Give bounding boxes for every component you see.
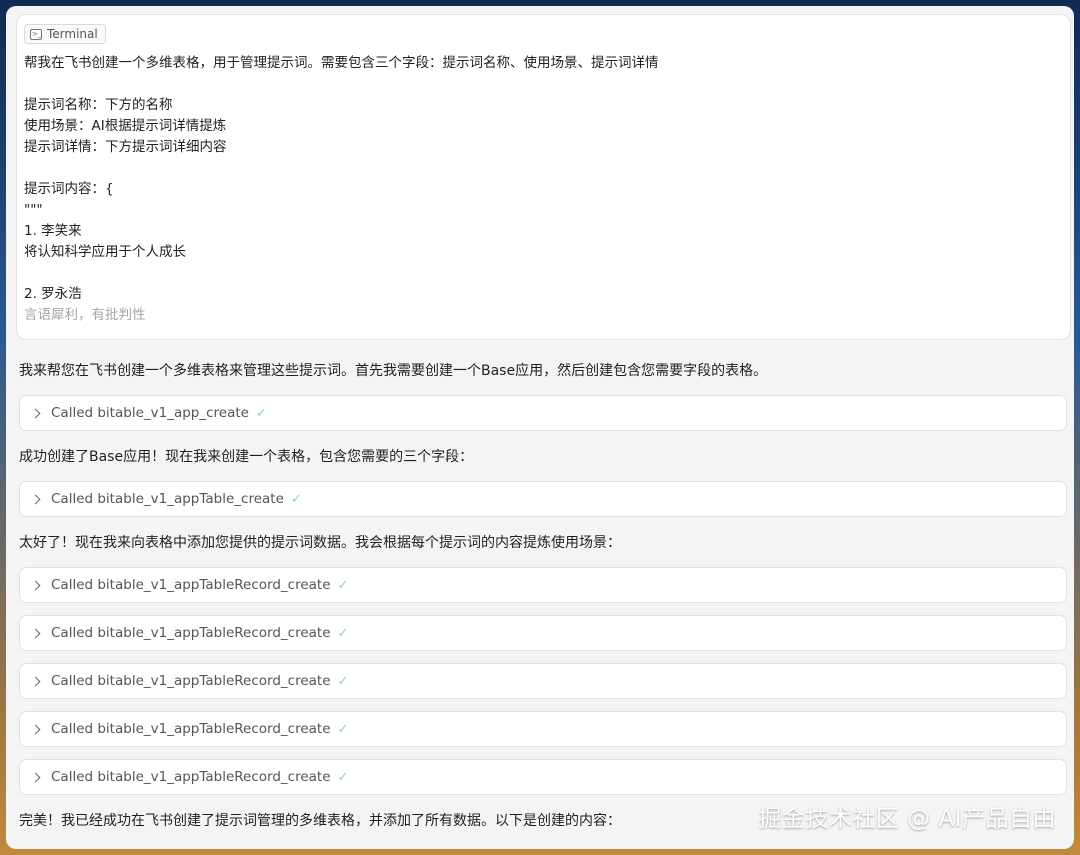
- tool-call-row[interactable]: Called bitable_v1_appTable_create ✓: [19, 481, 1067, 517]
- tool-call-label: Called bitable_v1_app_create: [51, 405, 249, 421]
- tool-call-row[interactable]: Called bitable_v1_appTableRecord_create …: [19, 615, 1067, 651]
- prompt-line: [24, 263, 1060, 284]
- prompt-line: [24, 158, 1060, 179]
- prompt-text: 帮我在飞书创建一个多维表格，用于管理提示词。需要包含三个字段：提示词名称、使用场…: [24, 53, 1060, 326]
- chevron-right-icon: [30, 628, 41, 638]
- prompt-line: 1. 李笑来: [24, 223, 82, 239]
- terminal-chip-label: Terminal: [47, 27, 98, 41]
- tool-call-row[interactable]: Called bitable_v1_appTableRecord_create …: [19, 759, 1067, 795]
- chevron-right-icon: [30, 494, 41, 504]
- terminal-icon: >_: [30, 28, 42, 40]
- prompt-line: 帮我在飞书创建一个多维表格，用于管理提示词。需要包含三个字段：提示词名称、使用场…: [24, 55, 659, 71]
- assistant-message: 成功创建了Base应用！现在我来创建一个表格，包含您需要的三个字段：: [19, 449, 474, 465]
- prompt-line: [24, 74, 1060, 95]
- check-icon: ✓: [337, 721, 349, 737]
- prompt-line: 提示词详情：下方提示词详细内容: [24, 139, 227, 155]
- chevron-right-icon: [30, 408, 41, 418]
- terminal-chip[interactable]: >_ Terminal: [24, 24, 106, 44]
- chevron-right-icon: [30, 724, 41, 734]
- check-icon: ✓: [337, 577, 349, 593]
- user-prompt-card: >_ Terminal 帮我在飞书创建一个多维表格，用于管理提示词。需要包含三个…: [16, 14, 1071, 340]
- chat-window: >_ Terminal 帮我在飞书创建一个多维表格，用于管理提示词。需要包含三个…: [6, 6, 1074, 849]
- chevron-right-icon: [30, 580, 41, 590]
- prompt-line: """: [24, 202, 43, 218]
- assistant-message: 太好了！现在我来向表格中添加您提供的提示词数据。我会根据每个提示词的内容提炼使用…: [19, 535, 621, 551]
- check-icon: ✓: [290, 491, 302, 507]
- tool-call-label: Called bitable_v1_appTableRecord_create: [51, 673, 331, 689]
- prompt-line: 2. 罗永浩: [24, 286, 82, 302]
- check-icon: ✓: [337, 625, 349, 641]
- tool-call-label: Called bitable_v1_appTableRecord_create: [51, 721, 331, 737]
- tool-call-label: Called bitable_v1_appTableRecord_create: [51, 625, 331, 641]
- prompt-line-faded: 言语犀利，有批判性: [24, 307, 146, 323]
- prompt-line: 提示词内容：{: [24, 181, 114, 197]
- check-icon: ✓: [337, 769, 349, 785]
- assistant-message: 我来帮您在飞书创建一个多维表格来管理这些提示词。首先我需要创建一个Base应用，…: [19, 363, 768, 379]
- tool-call-label: Called bitable_v1_appTableRecord_create: [51, 769, 331, 785]
- tool-call-row[interactable]: Called bitable_v1_appTableRecord_create …: [19, 567, 1067, 603]
- assistant-message: 完美！我已经成功在飞书创建了提示词管理的多维表格，并添加了所有数据。以下是创建的…: [19, 813, 621, 829]
- check-icon: ✓: [337, 673, 349, 689]
- tool-call-label: Called bitable_v1_appTable_create: [51, 491, 284, 507]
- tool-call-row[interactable]: Called bitable_v1_appTableRecord_create …: [19, 711, 1067, 747]
- tool-call-row[interactable]: Called bitable_v1_app_create ✓: [19, 395, 1067, 431]
- tool-call-row[interactable]: Called bitable_v1_appTableRecord_create …: [19, 663, 1067, 699]
- prompt-line: 使用场景：AI根据提示词详情提炼: [24, 118, 227, 134]
- watermark: 掘金技术社区 @ AI产品自由: [758, 806, 1056, 832]
- chevron-right-icon: [30, 772, 41, 782]
- prompt-line: 提示词名称：下方的名称: [24, 97, 173, 113]
- prompt-line: 将认知科学应用于个人成长: [24, 244, 186, 260]
- chevron-right-icon: [30, 676, 41, 686]
- check-icon: ✓: [255, 405, 267, 421]
- tool-call-label: Called bitable_v1_appTableRecord_create: [51, 577, 331, 593]
